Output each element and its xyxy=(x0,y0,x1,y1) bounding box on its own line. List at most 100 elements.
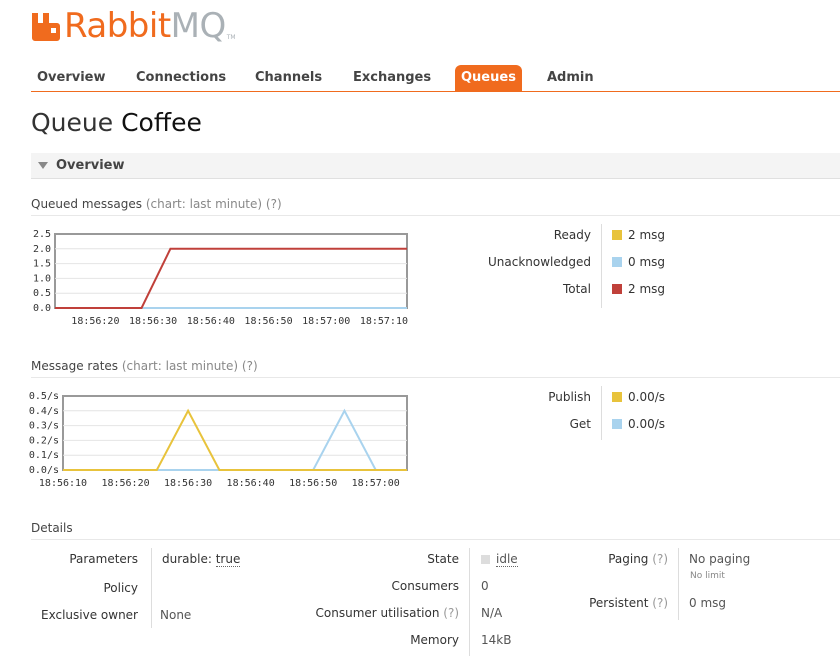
x-tick-label: 18:56:20 xyxy=(101,478,149,489)
tab-connections[interactable]: Connections xyxy=(136,65,226,91)
y-tick-label: 0.5/s xyxy=(29,391,59,402)
exclusive-owner-value: None xyxy=(160,608,192,622)
consumers-value: 0 xyxy=(481,579,489,593)
x-tick-label: 18:56:20 xyxy=(71,316,119,327)
parameters-value: durable: true xyxy=(162,552,241,567)
x-tick-label: 18:56:50 xyxy=(289,478,337,489)
message-rates-heading: Message rates (chart: last minute) (?) xyxy=(31,359,840,378)
x-tick-label: 18:57:10 xyxy=(360,316,408,327)
unacked-value: 0 msg xyxy=(628,255,666,269)
legend-label-publish: Publish xyxy=(548,390,591,404)
queue-name: Coffee xyxy=(121,108,202,137)
consumer-utilisation-help[interactable]: (?) xyxy=(443,606,459,620)
idle-status-icon xyxy=(481,555,490,564)
y-tick-label: 0.5 xyxy=(33,288,51,299)
rabbit-logo-icon xyxy=(32,13,60,41)
get-swatch-icon xyxy=(612,419,622,429)
details-heading: Details xyxy=(31,521,840,540)
tab-admin[interactable]: Admin xyxy=(547,65,594,91)
parameters-durable-value: true xyxy=(215,552,241,567)
x-tick-label: 18:56:30 xyxy=(129,316,177,327)
policy-label: Policy xyxy=(103,581,138,595)
page-title: Queue Coffee xyxy=(31,108,202,137)
y-tick-label: 0.4/s xyxy=(29,406,59,417)
state-value: idle xyxy=(481,552,518,567)
x-tick-label: 18:56:50 xyxy=(244,316,292,327)
details-divider-3 xyxy=(678,548,679,620)
persistent-text: Persistent xyxy=(589,596,649,610)
message-rates-hint: (chart: last minute) xyxy=(121,359,239,373)
legend-row-unacked: Unacknowledged xyxy=(440,255,591,271)
tab-channels[interactable]: Channels xyxy=(255,65,322,91)
x-tick-label: 18:56:40 xyxy=(187,316,235,327)
tab-exchanges[interactable]: Exchanges xyxy=(353,65,431,91)
total-value: 2 msg xyxy=(628,282,666,296)
tab-queues[interactable]: Queues xyxy=(455,65,522,91)
y-tick-label: 0.0 xyxy=(33,303,51,314)
legend-value-get: 0.00/s xyxy=(612,417,665,431)
paging-label: Paging (?) xyxy=(608,552,668,566)
y-tick-label: 2.0 xyxy=(33,244,51,255)
message-rates-title: Message rates xyxy=(31,359,119,373)
memory-label: Memory xyxy=(410,633,459,647)
ready-swatch-icon xyxy=(612,230,622,240)
legend-row-publish: Publish xyxy=(440,390,591,406)
y-tick-label: 0.1/s xyxy=(29,450,59,461)
legend-row-ready: Ready xyxy=(440,228,591,244)
legend-row-total: Total xyxy=(440,282,591,298)
state-text: idle xyxy=(496,552,518,567)
queued-messages-help[interactable]: (?) xyxy=(266,197,282,211)
queued-messages-hint: (chart: last minute) xyxy=(145,197,263,211)
tab-overview[interactable]: Overview xyxy=(37,65,106,91)
details-title: Details xyxy=(31,521,73,535)
x-tick-label: 18:56:30 xyxy=(164,478,212,489)
parameters-label: Parameters xyxy=(69,552,138,566)
queued-messages-chart: 2.5 2.0 1.5 1.0 0.5 0.0 18:56:20 18:56:30 18:56:… xyxy=(33,229,408,327)
paging-help[interactable]: (?) xyxy=(652,552,668,566)
legend-divider-rates xyxy=(601,386,602,440)
y-tick-label: 1.0 xyxy=(33,273,51,284)
legend-label-unacked: Unacknowledged xyxy=(487,255,591,269)
collapse-triangle-icon xyxy=(38,162,48,169)
publish-swatch-icon xyxy=(612,392,622,402)
consumer-utilisation-text: Consumer utilisation xyxy=(315,606,440,620)
state-label: State xyxy=(427,552,459,566)
x-tick-label: 18:57:00 xyxy=(302,316,350,327)
consumers-label: Consumers xyxy=(391,579,459,593)
logo-word-mq: MQ xyxy=(170,6,227,46)
publish-value: 0.00/s xyxy=(628,390,666,404)
logo-word-rabbit: Rabbit xyxy=(64,6,171,46)
persistent-value: 0 msg xyxy=(689,596,727,610)
page-title-prefix: Queue xyxy=(31,108,114,137)
message-rates-help[interactable]: (?) xyxy=(242,359,258,373)
y-tick-label: 0.3/s xyxy=(29,421,59,432)
persistent-help[interactable]: (?) xyxy=(652,596,668,610)
consumer-utilisation-label: Consumer utilisation (?) xyxy=(316,606,459,620)
message-rates-chart: 0.5/s 0.4/s 0.3/s 0.2/s 0.1/s 0.0/s 18:56:10 18… xyxy=(29,391,408,489)
queued-messages-heading: Queued messages (chart: last minute) (?) xyxy=(31,197,840,216)
get-value: 0.00/s xyxy=(628,417,666,431)
x-tick-label: 18:56:40 xyxy=(227,478,275,489)
y-tick-label: 1.5 xyxy=(33,259,51,270)
x-tick-label: 18:57:00 xyxy=(352,478,400,489)
legend-value-publish: 0.00/s xyxy=(612,390,665,404)
details-divider-1 xyxy=(151,548,152,628)
exclusive-owner-label: Exclusive owner xyxy=(41,608,138,622)
persistent-label: Persistent (?) xyxy=(589,596,668,610)
total-swatch-icon xyxy=(612,284,622,294)
overview-section-label: Overview xyxy=(56,158,125,173)
legend-row-get: Get xyxy=(440,417,591,433)
y-tick-label: 0.2/s xyxy=(29,435,59,446)
overview-section-toggle[interactable]: Overview xyxy=(31,153,840,179)
y-tick-label: 2.5 xyxy=(33,229,51,240)
logo-trademark: TM xyxy=(226,34,236,41)
main-nav: Overview Connections Channels Exchanges … xyxy=(31,65,840,92)
consumer-utilisation-value: N/A xyxy=(481,606,503,620)
legend-value-ready: 2 msg xyxy=(612,228,665,242)
legend-value-unacked: 0 msg xyxy=(612,255,665,269)
legend-label-total: Total xyxy=(562,282,591,296)
paging-value: No paging xyxy=(689,552,751,566)
details-divider-2 xyxy=(469,548,470,656)
paging-text: Paging xyxy=(608,552,649,566)
memory-value: 14kB xyxy=(481,633,512,647)
